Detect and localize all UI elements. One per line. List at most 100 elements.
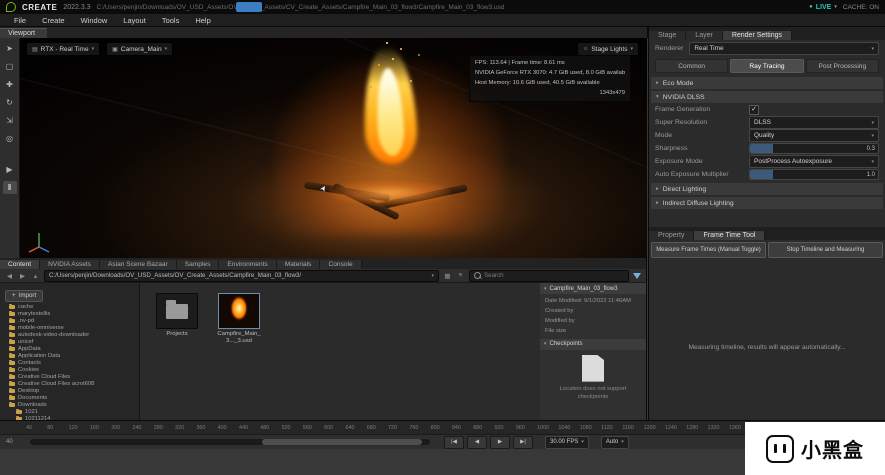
rotate-tool-icon[interactable]: ↻ <box>3 96 17 109</box>
menu-item[interactable]: Tools <box>154 16 188 25</box>
tab-post-processing[interactable]: Post Processing <box>806 59 879 73</box>
renderer-mode-dropdown[interactable]: ▤ RTX - Real Time ▾ <box>26 42 100 56</box>
tab-environments[interactable]: Environments <box>219 260 276 269</box>
stage-lights-dropdown[interactable]: ☼ Stage Lights ▾ <box>577 42 639 56</box>
forward-icon[interactable]: ▶ <box>18 272 27 280</box>
tree-folder-item[interactable]: Desktop <box>0 388 139 395</box>
playback-button[interactable]: ◀ <box>467 436 487 449</box>
frame-generation-checkbox[interactable]: ✓ <box>749 105 759 115</box>
tab-console[interactable]: Console <box>320 260 361 269</box>
section-eco-mode[interactable]: ▸ Eco Mode <box>651 77 883 89</box>
snap-tool-icon[interactable]: ◎ <box>3 132 17 145</box>
folder-name: AppData <box>18 346 41 352</box>
move-tool-icon[interactable]: ✚ <box>3 78 17 91</box>
viewport-canvas[interactable]: ➤ ▤ RTX - Real Time ▾ ▣ Camera_Main ▾ ☼ … <box>20 38 647 258</box>
tree-folder-item[interactable]: unicef <box>0 339 139 346</box>
tab-asian-scene-bazaar[interactable]: Asian Scene Bazaar <box>100 260 177 269</box>
asset-title: Campfire_Main_03_flow3 <box>550 286 618 292</box>
tree-folder-item[interactable]: Cookies <box>0 367 139 374</box>
tab-common[interactable]: Common <box>655 59 728 73</box>
fps-stat: FPS: 113.64 | Frame time: 8.61 ms <box>475 59 625 69</box>
tree-folder-item[interactable]: Downloads <box>0 402 139 409</box>
timeline-playhead[interactable] <box>236 2 262 12</box>
playback-button[interactable]: ▶| <box>513 436 533 449</box>
exposure-mode-select[interactable]: PostProcess Autoexposure ▾ <box>749 155 879 168</box>
content-browser-tabs: Content NVIDIA Assets Asian Scene Bazaar… <box>0 258 647 269</box>
tree-folder-item[interactable]: .nv-pd <box>0 318 139 325</box>
chevron-down-icon: ▾ <box>871 120 874 126</box>
sharpness-slider[interactable]: 0.3 <box>749 143 879 154</box>
checkpoints-header[interactable]: ▾ Checkpoints <box>540 339 646 350</box>
menu-item[interactable]: Create <box>34 16 73 25</box>
tab-viewport[interactable]: Viewport <box>0 28 47 38</box>
tree-folder-item[interactable]: autodesk-video-downloader <box>0 332 139 339</box>
measure-frame-times-button[interactable]: Measure Frame Times (Manual Toggle) <box>651 242 766 258</box>
stop-timeline-button[interactable]: Stop Timeline and Measuring <box>768 242 883 258</box>
tree-folder-item[interactable]: Application Data <box>0 353 139 360</box>
tree-folder-item[interactable]: Creative Cloud Files <box>0 374 139 381</box>
import-button[interactable]: + Import <box>5 290 43 302</box>
menu-item[interactable]: Window <box>73 16 116 25</box>
tab-nvidia-assets[interactable]: NVIDIA Assets <box>40 260 100 269</box>
list-view-icon[interactable]: ≡ <box>456 272 465 279</box>
tab-ray-tracing[interactable]: Ray Tracing <box>730 59 803 73</box>
playback-buttons: |◀◀▶▶| <box>444 436 533 449</box>
tab-frame-time-tool[interactable]: Frame Time Tool <box>694 231 765 240</box>
tab-stage[interactable]: Stage <box>649 31 686 40</box>
resolution-stat: 1343x479 <box>475 89 625 99</box>
playback-button[interactable]: |◀ <box>444 436 464 449</box>
search-input[interactable]: Search <box>469 270 629 282</box>
up-icon[interactable]: ▴ <box>31 272 40 280</box>
tree-folder-item[interactable]: Documents <box>0 395 139 402</box>
marquee-select-tool-icon[interactable]: ▢ <box>3 60 17 73</box>
fps-dropdown[interactable]: 30.00 FPS ▾ <box>545 436 589 449</box>
asset-details-panel: ▾ Campfire_Main_03_flow3 Date Modified: … <box>540 283 647 420</box>
asset-details-header[interactable]: ▾ Campfire_Main_03_flow3 <box>540 283 646 294</box>
tab-samples[interactable]: Samples <box>177 260 220 269</box>
tab-render-settings[interactable]: Render Settings <box>723 31 792 40</box>
scale-tool-icon[interactable]: ⇲ <box>3 114 17 127</box>
menu-item[interactable]: File <box>6 16 34 25</box>
path-input[interactable]: C:/Users/penjin/Downloads/OV_USD_Assets/… <box>44 270 439 282</box>
section-indirect-diffuse-lighting[interactable]: ▸ Indirect Diffuse Lighting <box>651 197 883 209</box>
grid-view-icon[interactable]: ▦ <box>443 272 452 280</box>
tab-materials[interactable]: Materials <box>277 260 321 269</box>
tree-folder-item[interactable]: marytestellis <box>0 311 139 318</box>
tree-folder-item[interactable]: 1021 <box>0 409 139 416</box>
play-button-icon[interactable]: ▶ <box>3 163 17 176</box>
timeline-scrollbar[interactable] <box>30 439 430 445</box>
folder-name: Cookies <box>18 367 39 373</box>
menu-item[interactable]: Help <box>187 16 218 25</box>
live-sync-button[interactable]: ● LIVE ▾ <box>809 4 837 11</box>
section-direct-lighting[interactable]: ▸ Direct Lighting <box>651 183 883 195</box>
playback-button[interactable]: ▶ <box>490 436 510 449</box>
grid-item-projects[interactable]: Projects <box>154 293 200 338</box>
section-nvidia-dlss[interactable]: ▾ NVIDIA DLSS <box>651 91 883 103</box>
grid-item-campfire-usd[interactable]: Campfire_Main_3..._3.usd <box>216 293 262 346</box>
tab-layer[interactable]: Layer <box>686 31 723 40</box>
scrollbar-thumb[interactable] <box>262 439 422 445</box>
search-icon <box>474 272 481 279</box>
tree-folder-item[interactable]: AppData <box>0 346 139 353</box>
folder-icon <box>9 312 15 316</box>
tree-folder-item[interactable]: Contacts <box>0 360 139 367</box>
tab-property[interactable]: Property <box>649 231 694 240</box>
super-resolution-select[interactable]: DLSS ▾ <box>749 116 879 129</box>
tree-folder-item[interactable]: cache <box>0 304 139 311</box>
menu-item[interactable]: Layout <box>115 16 154 25</box>
chevron-down-icon: ▾ <box>165 46 168 52</box>
chevron-down-icon: ▾ <box>621 439 624 445</box>
select-tool-icon[interactable]: ➤ <box>3 42 17 55</box>
tree-folder-item[interactable]: Creative Cloud Files acrot608 <box>0 381 139 388</box>
auto-exposure-slider[interactable]: 1.0 <box>749 169 879 180</box>
tree-folder-item[interactable]: mobile-omniverse <box>0 325 139 332</box>
filter-icon[interactable] <box>633 273 641 279</box>
cache-status: CACHE: ON <box>843 4 879 11</box>
dlss-mode-select[interactable]: Quality ▾ <box>749 129 879 142</box>
playback-mode-dropdown[interactable]: Auto ▾ <box>601 436 629 449</box>
pause-button-icon[interactable]: ‖ <box>3 181 17 194</box>
back-icon[interactable]: ◀ <box>5 272 14 280</box>
camera-dropdown[interactable]: ▣ Camera_Main ▾ <box>106 42 173 56</box>
tab-content[interactable]: Content <box>0 260 40 269</box>
renderer-select[interactable]: Real Time ▾ <box>689 42 879 55</box>
